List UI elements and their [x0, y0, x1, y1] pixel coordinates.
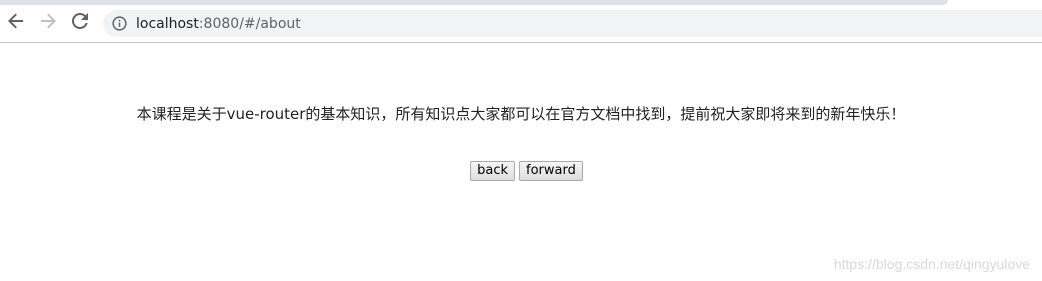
browser-back-button[interactable]: [4, 11, 28, 35]
forward-arrow-icon: [40, 13, 56, 33]
forward-button[interactable]: forward: [519, 161, 583, 181]
info-icon[interactable]: [111, 16, 127, 32]
address-bar[interactable]: localhost:8080/#/about: [103, 10, 1042, 37]
url-path: :8080/#/about: [198, 15, 301, 32]
back-arrow-icon: [8, 13, 24, 33]
url-host: localhost: [136, 15, 199, 32]
page-content: 本课程是关于vue-router的基本知识，所有知识点大家都可以在官方文档中找到…: [0, 43, 1042, 281]
reload-icon: [71, 12, 88, 33]
course-message: 本课程是关于vue-router的基本知识，所有知识点大家都可以在官方文档中找到…: [136, 105, 906, 123]
back-button[interactable]: back: [470, 161, 516, 181]
watermark: https://blog.csdn.net/qingyulove: [833, 256, 1030, 272]
browser-forward-button[interactable]: [36, 11, 60, 35]
browser-toolbar: localhost:8080/#/about: [0, 5, 1042, 43]
url-text[interactable]: localhost:8080/#/about: [136, 16, 301, 32]
navigation-buttons: back forward: [0, 161, 1042, 181]
browser-reload-button[interactable]: [68, 11, 92, 35]
